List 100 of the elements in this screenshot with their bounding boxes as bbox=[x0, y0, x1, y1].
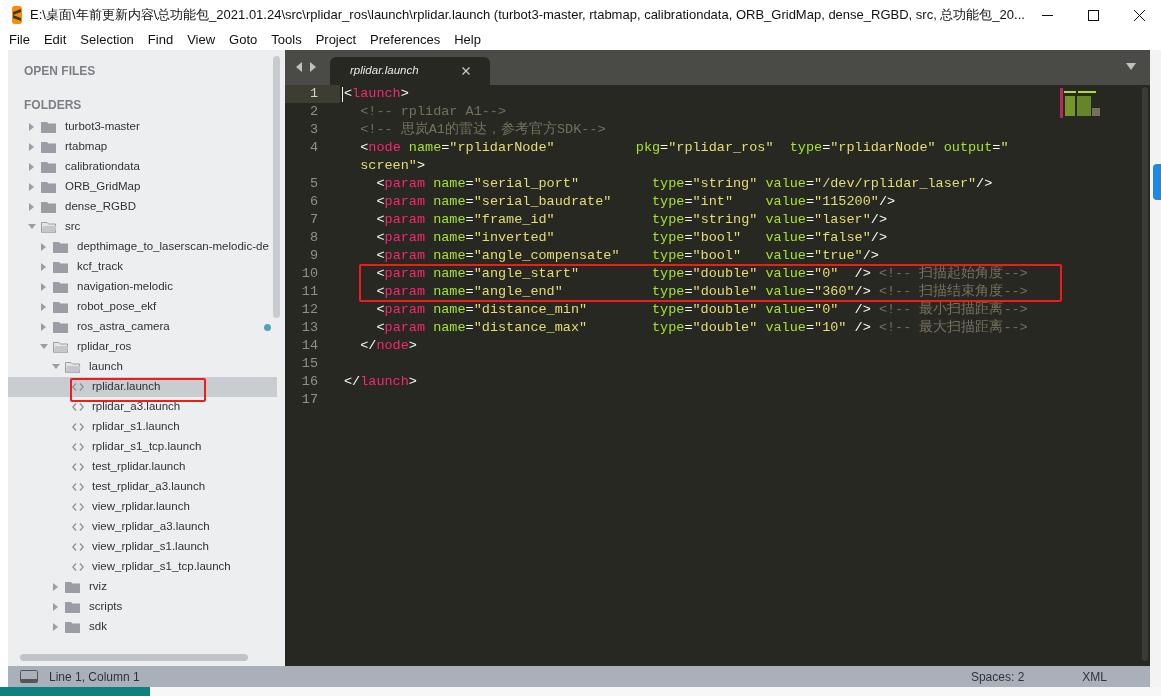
minimap[interactable] bbox=[1060, 88, 1102, 118]
tree-item[interactable]: rplidar_s1_tcp.launch bbox=[8, 437, 285, 457]
code-text: <param name="inverted" bbox=[375, 229, 556, 247]
line-number: 12 bbox=[300, 301, 319, 319]
tree-item[interactable]: calibrationdata bbox=[8, 157, 285, 177]
folder-icon bbox=[53, 321, 69, 333]
menu-item[interactable]: File bbox=[9, 30, 30, 50]
line-number: 16 bbox=[300, 373, 319, 391]
tab-scroll-icon[interactable] bbox=[295, 62, 317, 72]
expand-arrow-icon[interactable] bbox=[40, 323, 48, 331]
code-text: <param name="angle_start" bbox=[375, 265, 580, 283]
tree-item[interactable]: rplidar_a3.launch bbox=[8, 397, 285, 417]
tree-item[interactable]: rplidar_ros bbox=[8, 337, 285, 357]
code-text: <param name="frame_id" bbox=[375, 211, 556, 229]
code-text: <param name="distance_max" bbox=[375, 319, 589, 337]
tree-item[interactable]: rtabmap bbox=[8, 137, 285, 157]
scrollbar[interactable] bbox=[273, 56, 280, 318]
folder-icon bbox=[41, 121, 57, 133]
folder-icon bbox=[41, 141, 57, 153]
tree-item[interactable]: robot_pose_ekf bbox=[8, 297, 285, 317]
tree-item[interactable]: ros_astra_camera bbox=[8, 317, 285, 337]
expand-arrow-icon[interactable] bbox=[52, 603, 60, 611]
line-number: 5 bbox=[308, 175, 319, 193]
menu-item[interactable]: View bbox=[187, 30, 216, 50]
expand-arrow-icon[interactable] bbox=[40, 263, 48, 271]
panel-toggle-icon[interactable] bbox=[20, 670, 38, 683]
menu-item[interactable]: Edit bbox=[43, 30, 67, 50]
code-text: <!-- 扫描结束角度--> bbox=[878, 283, 1028, 301]
expand-arrow-icon[interactable] bbox=[40, 243, 48, 251]
tree-item[interactable]: depthimage_to_laserscan-melodic-de bbox=[8, 237, 285, 257]
tree-item[interactable]: src bbox=[8, 217, 285, 237]
menu-item[interactable]: Selection bbox=[80, 30, 134, 50]
code-text: pkg="rplidar_ros" type="rplidarNode" output=" bbox=[635, 139, 1009, 157]
tree-item[interactable]: launch bbox=[8, 357, 285, 377]
expand-arrow-icon[interactable] bbox=[28, 203, 36, 211]
code-text: type="bool" value="true"/> bbox=[651, 247, 879, 265]
collapse-arrow-icon[interactable] bbox=[28, 223, 36, 231]
menu-item[interactable]: Preferences bbox=[370, 30, 441, 50]
code-text: <param name="angle_end" bbox=[375, 283, 564, 301]
tree-item[interactable]: rplidar.launch bbox=[8, 377, 277, 397]
side-tab[interactable] bbox=[1153, 164, 1161, 200]
tree-item[interactable]: ORB_GridMap bbox=[8, 177, 285, 197]
code-text: screen"> bbox=[360, 157, 425, 175]
collapse-arrow-icon[interactable] bbox=[52, 363, 60, 371]
expand-arrow-icon[interactable] bbox=[28, 143, 36, 151]
folder-icon bbox=[65, 581, 81, 593]
folder-icon bbox=[41, 181, 57, 193]
expand-arrow-icon[interactable] bbox=[28, 163, 36, 171]
tree-item[interactable]: kcf_track bbox=[8, 257, 285, 277]
close-icon bbox=[1134, 9, 1146, 21]
cursor-position[interactable]: Line 1, Column 1 bbox=[49, 667, 140, 686]
code-file-icon bbox=[72, 483, 84, 491]
menu-item[interactable]: Find bbox=[147, 30, 174, 50]
tree-item[interactable]: scripts bbox=[8, 597, 285, 617]
minimize-icon bbox=[1042, 13, 1054, 17]
line-number: 15 bbox=[300, 355, 319, 373]
code-text: <!-- 最小扫描距离--> bbox=[878, 301, 1028, 319]
folder-icon bbox=[53, 301, 69, 313]
expand-arrow-icon[interactable] bbox=[52, 623, 60, 631]
menu-item[interactable]: Project bbox=[315, 30, 357, 50]
tree-item[interactable]: dense_RGBD bbox=[8, 197, 285, 217]
tree-item[interactable]: rviz bbox=[8, 577, 285, 597]
tab-list-icon[interactable] bbox=[1126, 63, 1136, 70]
expand-arrow-icon[interactable] bbox=[28, 183, 36, 191]
menu-item[interactable]: Tools bbox=[271, 30, 302, 50]
code-file-icon bbox=[72, 543, 84, 551]
tree-item[interactable]: rplidar_s1.launch bbox=[8, 417, 285, 437]
folder-icon bbox=[41, 201, 57, 213]
tree-item[interactable]: view_rplidar_a3.launch bbox=[8, 517, 285, 537]
close-icon[interactable] bbox=[462, 67, 470, 75]
tree-item[interactable]: view_rplidar_s1_tcp.launch bbox=[8, 557, 285, 577]
code-text: type="int" value="115200"/> bbox=[651, 193, 896, 211]
code-text: <launch> bbox=[344, 85, 409, 103]
line-number: 8 bbox=[308, 229, 319, 247]
expand-arrow-icon[interactable] bbox=[28, 123, 36, 131]
code-text: type="string" value="/dev/rplidar_laser"/> bbox=[652, 175, 993, 193]
tree-item[interactable]: navigation-melodic bbox=[8, 277, 285, 297]
tab[interactable]: rplidar.launch bbox=[330, 57, 490, 85]
code-text: type="double" value="360"/> bbox=[652, 283, 872, 301]
code-text: </launch> bbox=[344, 373, 417, 391]
tree-item[interactable]: view_rplidar_s1.launch bbox=[8, 537, 285, 557]
menu-item[interactable]: Goto bbox=[229, 30, 258, 50]
open-folder-icon bbox=[41, 221, 57, 233]
expand-arrow-icon[interactable] bbox=[40, 283, 48, 291]
expand-arrow-icon[interactable] bbox=[52, 583, 60, 591]
open-folder-icon bbox=[53, 341, 69, 353]
indentation-setting[interactable]: Spaces: 2 bbox=[970, 667, 1025, 686]
code-text: type="double" value="0" /> bbox=[652, 265, 872, 283]
tree-item[interactable]: sdk bbox=[8, 617, 285, 637]
syntax-setting[interactable]: XML bbox=[1082, 667, 1107, 686]
tree-item[interactable]: test_rplidar.launch bbox=[8, 457, 285, 477]
horizontal-scrollbar[interactable] bbox=[20, 654, 248, 661]
collapse-arrow-icon[interactable] bbox=[40, 343, 48, 351]
tree-item[interactable]: test_rplidar_a3.launch bbox=[8, 477, 285, 497]
menu-item[interactable]: Help bbox=[454, 30, 481, 50]
expand-arrow-icon[interactable] bbox=[40, 303, 48, 311]
tree-item[interactable]: turbot3-master bbox=[8, 117, 285, 137]
folder-icon bbox=[53, 241, 69, 253]
tree-item[interactable]: view_rplidar.launch bbox=[8, 497, 285, 517]
code-text: type="double" value="10" /> bbox=[652, 319, 872, 337]
